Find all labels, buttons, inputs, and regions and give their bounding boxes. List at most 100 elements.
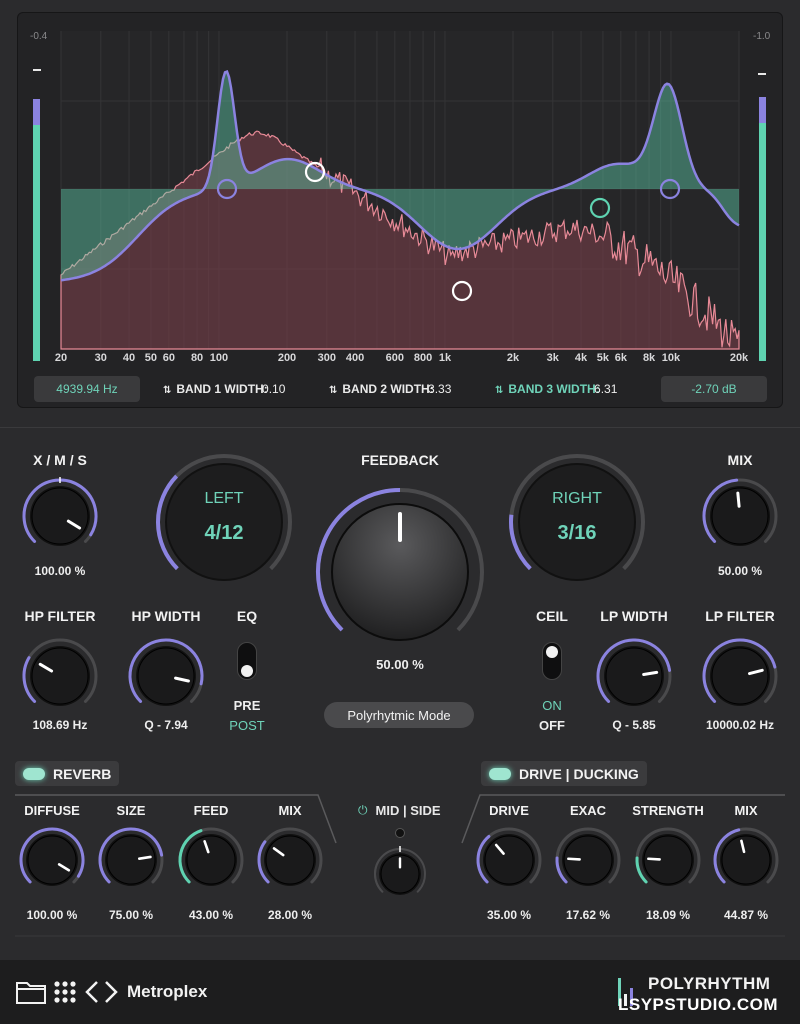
mid-side-knob[interactable] xyxy=(374,848,426,900)
freq-tick-label: 8k xyxy=(642,352,656,364)
xms-value: 100.00 % xyxy=(34,564,86,578)
reverb-led-icon xyxy=(23,767,45,780)
eq-graph[interactable] xyxy=(18,13,784,409)
mid-side-header[interactable]: ⏻ MID | SIDE xyxy=(358,803,441,818)
band-3-width-value: 6.31 xyxy=(594,382,618,396)
reverb-size-label: SIZE xyxy=(116,803,146,818)
folder-icon[interactable] xyxy=(16,980,46,1004)
band-1-width-label: BAND 1 WIDTH: xyxy=(176,382,268,396)
reverb-feed-label: FEED xyxy=(193,803,229,818)
right-meter-minus-icon[interactable] xyxy=(758,73,766,75)
band-2-width[interactable]: ⇅ BAND 2 WIDTH: 3.33 xyxy=(329,382,451,396)
hp-width-label: HP WIDTH xyxy=(131,608,201,624)
gain-readout[interactable]: -2.70 dB xyxy=(661,376,767,402)
preset-name[interactable]: Metroplex xyxy=(127,982,207,1002)
reverb-diffuse-label: DIFFUSE xyxy=(24,803,80,818)
freq-tick-label: 600 xyxy=(385,352,405,364)
feedback-label: FEEDBACK xyxy=(361,452,439,468)
freq-tick-label: 80 xyxy=(190,352,204,364)
brand-name: POLYRHYTHM xyxy=(648,974,771,993)
exac-label: EXAC xyxy=(569,803,607,818)
eq-post-option[interactable]: POST xyxy=(229,718,264,733)
left-label: LEFT xyxy=(204,490,244,507)
eq-display[interactable]: -0.4 -1.0 20 30 40 50 60 80 100 200 300 400 600 800… xyxy=(17,12,783,408)
mix-value: 50.00 % xyxy=(717,564,763,578)
reverb-feed-knob[interactable] xyxy=(179,828,243,892)
strength-label: STRENGTH xyxy=(632,803,704,818)
xms-knob[interactable] xyxy=(22,478,98,554)
lp-filter-value: 10000.02 Hz xyxy=(705,718,775,732)
lp-filter-knob[interactable] xyxy=(702,638,778,714)
ceil-on-option[interactable]: ON xyxy=(542,698,562,713)
eq-pre-option[interactable]: PRE xyxy=(234,698,261,713)
grid-icon[interactable] xyxy=(53,980,77,1004)
right-meter-scale: -1.0 xyxy=(753,31,771,42)
drive-led-icon xyxy=(489,767,511,780)
drive-mix-value: 44.87 % xyxy=(723,908,769,922)
drive-title: DRIVE | DUCKING xyxy=(519,765,639,782)
reverb-size-knob[interactable] xyxy=(99,828,163,892)
drive-knob[interactable] xyxy=(477,828,541,892)
hp-filter-knob[interactable] xyxy=(22,638,98,714)
lp-filter-label: LP FILTER xyxy=(705,608,775,624)
hp-width-value: Q - 7.94 xyxy=(144,718,188,732)
left-meter-minus-icon[interactable] xyxy=(33,69,41,71)
freq-tick-label: 40 xyxy=(122,352,136,364)
feedback-value: 50.00 % xyxy=(376,657,424,672)
chevron-left-icon[interactable] xyxy=(85,980,99,1004)
exac-value: 17.62 % xyxy=(565,908,611,922)
band-1-width[interactable]: ⇅ BAND 1 WIDTH: 0.10 xyxy=(163,382,285,396)
reverb-mix-value: 28.00 % xyxy=(267,908,313,922)
footer-bar: Metroplex POLYRHYTHM LSYPSTUDIO.COM xyxy=(0,960,800,1024)
reverb-toggle[interactable]: REVERB xyxy=(15,761,120,786)
mid-side-indicator xyxy=(395,828,405,838)
hp-width-knob[interactable] xyxy=(128,638,204,714)
freq-tick-label: 10k xyxy=(661,352,681,364)
freq-tick-label: 300 xyxy=(317,352,336,364)
up-down-arrows-icon[interactable]: ⇅ xyxy=(329,385,337,396)
up-down-arrows-icon[interactable]: ⇅ xyxy=(163,385,171,396)
exac-knob[interactable] xyxy=(556,828,620,892)
ceil-off-option[interactable]: OFF xyxy=(539,718,565,733)
divider xyxy=(0,427,800,428)
freq-tick-label: 6k xyxy=(614,352,627,364)
freq-tick-label: 30 xyxy=(94,352,107,364)
band-3-width[interactable]: ⇅ BAND 3 WIDTH: 6.31 xyxy=(495,382,617,396)
mid-side-label: MID | SIDE xyxy=(375,803,441,818)
drive-ducking-toggle[interactable]: DRIVE | DUCKING xyxy=(481,761,647,786)
freq-tick-label: 60 xyxy=(162,352,175,364)
freq-tick-label: 50 xyxy=(144,352,158,364)
chevron-right-icon[interactable] xyxy=(104,980,118,1004)
freq-tick-label: 2k xyxy=(506,352,520,364)
freq-tick-label: 3k xyxy=(546,352,559,364)
strength-knob[interactable] xyxy=(636,828,700,892)
right-label: RIGHT xyxy=(552,490,602,507)
reverb-diffuse-knob[interactable] xyxy=(20,828,84,892)
watermark: LSYPSTUDIO.COM xyxy=(618,995,779,1014)
lp-width-knob[interactable] xyxy=(596,638,672,714)
right-level-meter xyxy=(759,97,766,361)
up-down-arrows-icon[interactable]: ⇅ xyxy=(495,385,503,396)
band-3-width-label: BAND 3 WIDTH: xyxy=(508,382,600,396)
frequency-readout[interactable]: 4939.94 Hz xyxy=(34,376,140,402)
eq-pre-post-switch[interactable] xyxy=(237,642,257,680)
eq-label: EQ xyxy=(236,608,258,624)
freq-tick-label: 400 xyxy=(345,352,365,364)
band-2-width-value: 3.33 xyxy=(428,382,452,396)
band-1-width-value: 0.10 xyxy=(262,382,286,396)
hp-filter-value: 108.69 Hz xyxy=(32,718,88,732)
left-value: 4/12 xyxy=(204,522,244,544)
band-2-width-label: BAND 2 WIDTH: xyxy=(342,382,434,396)
feedback-knob[interactable] xyxy=(316,488,484,656)
polyrhythmic-mode-button[interactable]: Polyrhytmic Mode xyxy=(324,702,474,728)
mix-knob[interactable] xyxy=(702,478,778,554)
right-value: 3/16 xyxy=(557,522,597,544)
drive-mix-knob[interactable] xyxy=(714,828,778,892)
freq-tick-label: 800 xyxy=(413,352,433,364)
freq-tick-label: 20 xyxy=(54,352,68,364)
drive-mix-label: MIX xyxy=(734,803,758,818)
freq-tick-label: 100 xyxy=(209,352,229,364)
power-icon[interactable]: ⏻ xyxy=(358,803,368,818)
ceil-switch[interactable] xyxy=(542,642,562,680)
reverb-mix-knob[interactable] xyxy=(258,828,322,892)
